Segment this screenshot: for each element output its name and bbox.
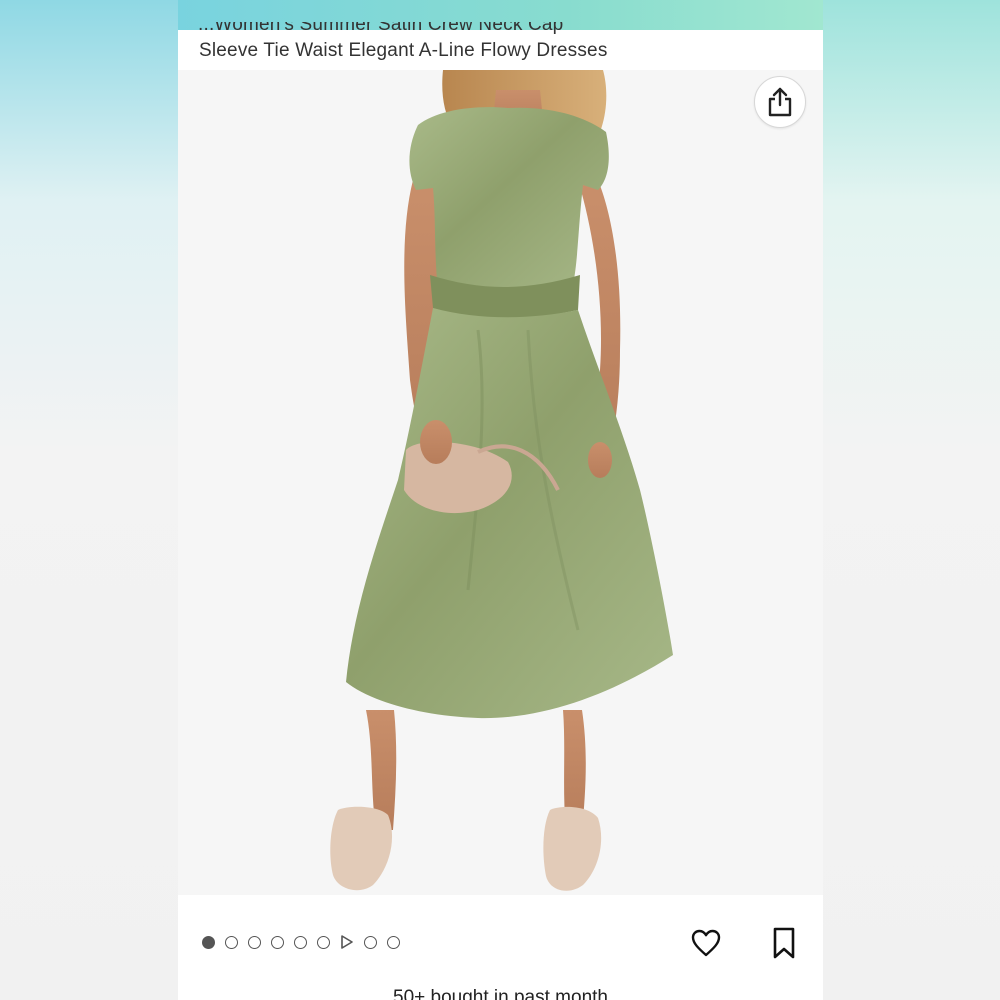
product-screen: ...Women's Summer Satin Crew Neck Cap Sl… xyxy=(178,0,823,1000)
bought-count: 50+ bought in past month xyxy=(393,987,608,1000)
product-title[interactable]: Sleeve Tie Waist Elegant A-Line Flowy Dr… xyxy=(199,40,608,62)
share-button[interactable] xyxy=(754,76,806,128)
heart-icon xyxy=(691,929,721,957)
dress-photo xyxy=(330,70,673,891)
gallery-dot-9[interactable] xyxy=(387,935,400,949)
gallery-dot-2[interactable] xyxy=(225,935,238,949)
product-image[interactable] xyxy=(178,70,823,895)
gallery-dot-6[interactable] xyxy=(317,935,330,949)
save-button[interactable] xyxy=(768,925,800,961)
product-title-hidden-line: ...Women's Summer Satin Crew Neck Cap xyxy=(198,22,564,35)
share-icon xyxy=(768,87,792,117)
background-right xyxy=(823,0,1000,1000)
gallery-dot-4[interactable] xyxy=(271,935,284,949)
product-title-clipped: ...Women's Summer Satin Crew Neck Cap xyxy=(178,22,823,38)
gallery-dot-3[interactable] xyxy=(248,935,261,949)
gallery-dot-1[interactable] xyxy=(202,935,215,949)
gallery-dots xyxy=(202,935,400,949)
play-icon[interactable] xyxy=(340,935,354,949)
gallery-dot-5[interactable] xyxy=(294,935,307,949)
gallery-dot-8[interactable] xyxy=(364,935,377,949)
bookmark-icon xyxy=(773,927,795,959)
wishlist-button[interactable] xyxy=(688,925,724,961)
background-left xyxy=(0,0,178,1000)
